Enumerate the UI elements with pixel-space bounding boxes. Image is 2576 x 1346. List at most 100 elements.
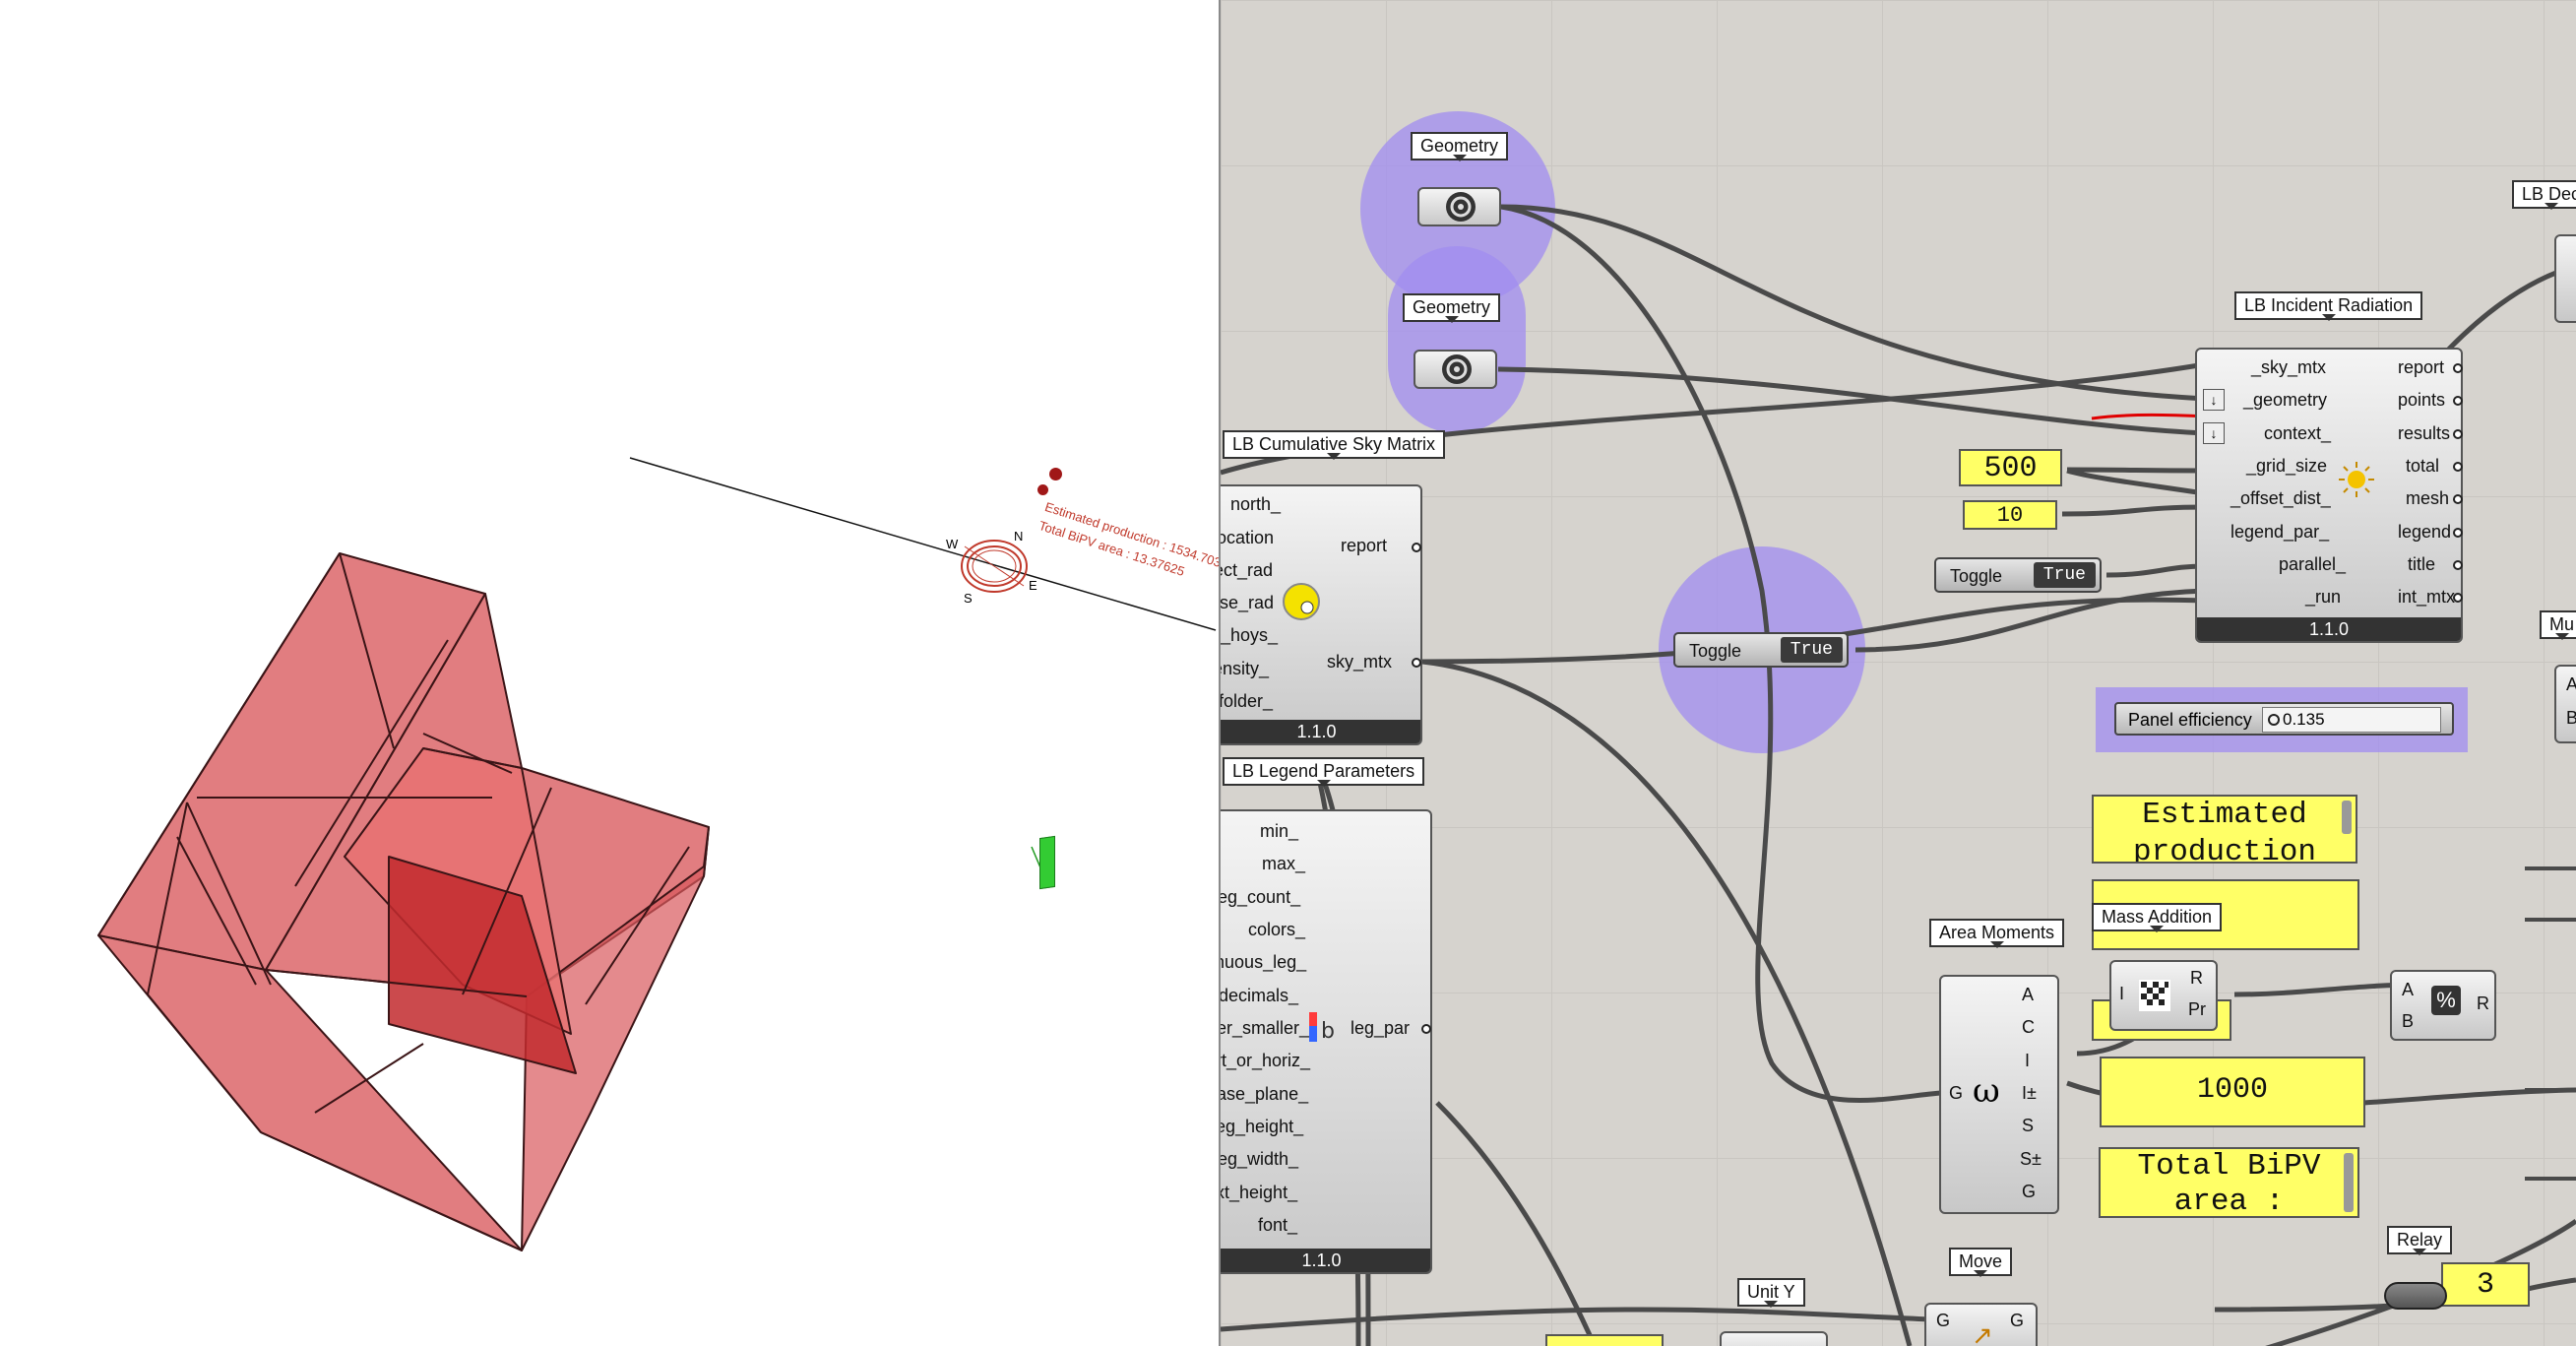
legend-input[interactable]: seg_width_	[1221, 1149, 1298, 1170]
sky-mtx-pin[interactable]	[1412, 658, 1421, 668]
legend-output[interactable]: leg_par	[1351, 1018, 1410, 1039]
leg-par-pin[interactable]	[1421, 1024, 1431, 1034]
output-pin[interactable]	[2453, 494, 2463, 504]
toggle-parallel[interactable]: Toggle True	[1934, 557, 2102, 593]
radiation-output[interactable]: legend	[2398, 522, 2451, 543]
legend-input[interactable]: text_height_	[1221, 1183, 1297, 1203]
radiation-input[interactable]: _geometry	[2243, 390, 2327, 411]
radiation-output[interactable]: total	[2406, 456, 2439, 477]
sky-matrix-input[interactable]: rect_rad	[1221, 560, 1273, 581]
output-pin[interactable]	[2453, 593, 2463, 603]
bottom-panel[interactable]	[1545, 1334, 1664, 1346]
toggle-value[interactable]: True	[2033, 562, 2096, 588]
mass-addition-input[interactable]: I	[2119, 984, 2124, 1004]
legend-input[interactable]: vert_or_horiz_	[1221, 1051, 1310, 1071]
radiation-output[interactable]: int_mtx	[2398, 587, 2455, 608]
sky-matrix-component[interactable]: north_ location rect_rad use_rad _hoys_ …	[1221, 484, 1422, 745]
sky-matrix-output[interactable]: sky_mtx	[1327, 652, 1392, 673]
input-b[interactable]: B	[2566, 708, 2576, 729]
toggle-run[interactable]: Toggle True	[1673, 632, 1849, 668]
radiation-input[interactable]: context_	[2264, 423, 2331, 444]
lb-dec-component[interactable]	[2554, 234, 2576, 323]
division-output[interactable]: R	[2477, 993, 2489, 1014]
radiation-output[interactable]: report	[2398, 357, 2444, 378]
radiation-input[interactable]: legend_par_	[2230, 522, 2329, 543]
geometry-param-2[interactable]	[1414, 350, 1497, 389]
mass-addition-output[interactable]: R	[2190, 968, 2203, 989]
division-input[interactable]: B	[2402, 1011, 2414, 1032]
radiation-input[interactable]: _run	[2305, 587, 2341, 608]
sky-matrix-input[interactable]: location	[1221, 528, 1274, 548]
area-moments-output[interactable]: C	[2022, 1017, 2035, 1038]
flatten-icon[interactable]: ↓	[2203, 422, 2225, 444]
radiation-input[interactable]: _offset_dist_	[2230, 488, 2331, 509]
move-component[interactable]: G G ↗	[1924, 1303, 2038, 1346]
total-bipv-area-panel[interactable]: Total BiPV area :	[2099, 1147, 2359, 1218]
division-component[interactable]: A B R %	[2390, 970, 2496, 1041]
panel-efficiency-slider[interactable]: Panel efficiency 0.135	[2114, 702, 2454, 736]
output-pin[interactable]	[2453, 462, 2463, 472]
sky-matrix-input[interactable]: use_rad	[1221, 593, 1274, 613]
radiation-output[interactable]: points	[2398, 390, 2445, 411]
radiation-output[interactable]: results	[2398, 423, 2450, 444]
legend-input[interactable]: min_	[1260, 821, 1298, 842]
radiation-output[interactable]: mesh	[2406, 488, 2449, 509]
value-3-panel[interactable]: 3	[2441, 1262, 2530, 1307]
division-input[interactable]: A	[2402, 980, 2414, 1000]
legend-input[interactable]: continuous_leg_	[1221, 952, 1306, 973]
output-pin[interactable]	[2453, 560, 2463, 570]
panel-scrollbar[interactable]	[2344, 1153, 2354, 1212]
grid-size-panel[interactable]: 500	[1959, 449, 2062, 486]
legend-input[interactable]: larger_smaller_	[1221, 1018, 1309, 1039]
area-moments-output[interactable]: S	[2022, 1116, 2034, 1136]
area-moments-output[interactable]: S±	[2020, 1149, 2042, 1170]
slider-knob-icon[interactable]	[2268, 714, 2280, 726]
unit-y-component[interactable]	[1720, 1331, 1828, 1346]
legend-parameters-component[interactable]: min_ max_ seg_count_ colors_ continuous_…	[1221, 809, 1432, 1274]
legend-input[interactable]: base_plane_	[1221, 1084, 1308, 1105]
area-moments-input[interactable]: G	[1949, 1083, 1963, 1104]
output-pin[interactable]	[2453, 396, 2463, 406]
incident-radiation-component[interactable]: _sky_mtx _geometry context_ _grid_size _…	[2195, 348, 2463, 643]
value-1000-panel[interactable]: 1000	[2100, 1057, 2365, 1127]
geometry-param-1[interactable]	[1417, 187, 1501, 226]
report-pin[interactable]	[1412, 543, 1421, 552]
mass-addition-output[interactable]: Pr	[2188, 999, 2206, 1020]
toggle-value[interactable]: True	[1780, 637, 1843, 663]
output-pin[interactable]	[2453, 363, 2463, 373]
sky-matrix-input[interactable]: north_	[1230, 494, 1281, 515]
sky-matrix-input[interactable]: _folder_	[1221, 691, 1273, 712]
area-moments-output[interactable]: G	[2022, 1182, 2036, 1202]
offset-panel[interactable]: 10	[1963, 500, 2057, 530]
move-output[interactable]: G	[2010, 1311, 2024, 1331]
area-moments-output[interactable]: A	[2022, 985, 2034, 1005]
sky-matrix-input[interactable]: _hoys_	[1221, 625, 1278, 646]
flatten-icon[interactable]: ↓	[2203, 389, 2225, 411]
estimated-production-panel[interactable]: Estimated production	[2092, 795, 2357, 864]
multiplication-component[interactable]: A B	[2554, 665, 2576, 743]
output-pin[interactable]	[2453, 429, 2463, 439]
panel-scrollbar[interactable]	[2342, 801, 2352, 834]
relay-component[interactable]	[2384, 1282, 2447, 1310]
legend-input[interactable]: decimals_	[1221, 986, 1298, 1006]
move-input[interactable]: G	[1936, 1311, 1950, 1331]
legend-input[interactable]: seg_count_	[1221, 887, 1300, 908]
grasshopper-canvas[interactable]: Geometry Geometry LB Dec LB Cumulative S…	[1221, 0, 2576, 1346]
sky-matrix-input[interactable]: density_	[1221, 659, 1269, 679]
area-moments-output[interactable]: I±	[2022, 1083, 2037, 1104]
radiation-output[interactable]: title	[2408, 554, 2435, 575]
area-moments-output[interactable]: I	[2025, 1051, 2030, 1071]
radiation-input[interactable]: _sky_mtx	[2251, 357, 2326, 378]
legend-input[interactable]: font_	[1258, 1215, 1297, 1236]
mass-addition-component[interactable]: I R Pr	[2109, 960, 2218, 1031]
radiation-input[interactable]: _grid_size	[2246, 456, 2327, 477]
slider-track[interactable]: 0.135	[2262, 707, 2441, 733]
radiation-input[interactable]: parallel_	[2279, 554, 2346, 575]
legend-input[interactable]: seg_height_	[1221, 1117, 1303, 1137]
area-moments-component[interactable]: G A C I I± S S± G ω	[1939, 975, 2059, 1214]
input-a[interactable]: A	[2566, 674, 2576, 695]
legend-input[interactable]: max_	[1262, 854, 1305, 874]
output-pin[interactable]	[2453, 528, 2463, 538]
rhino-viewport[interactable]: Estimated production : 1534.703025 Total…	[0, 0, 1221, 1346]
sky-matrix-output[interactable]: report	[1341, 536, 1387, 556]
